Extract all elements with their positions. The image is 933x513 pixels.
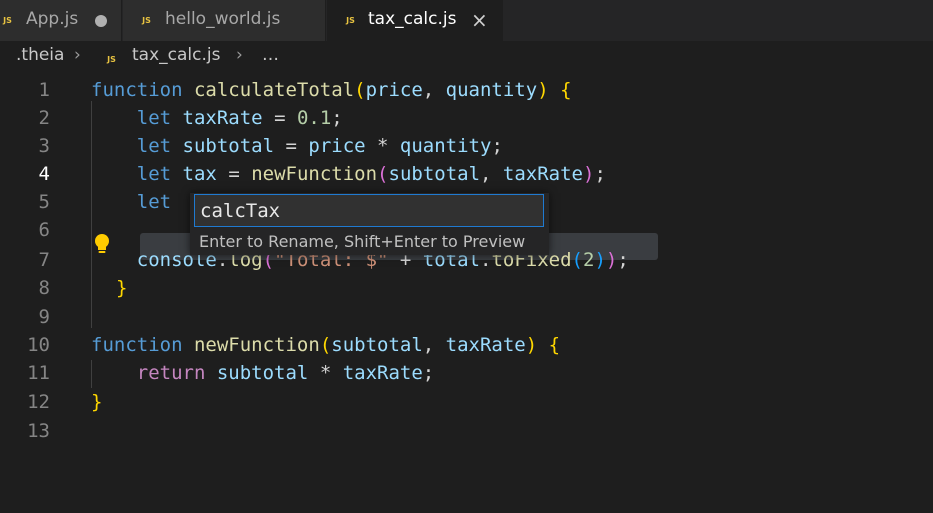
line-number: 13 (27, 420, 50, 442)
code-line-current: 4 let tax = newFunction(subtotal, taxRat… (0, 160, 933, 188)
breadcrumb-item-file[interactable]: tax_calc.js (132, 45, 220, 65)
line-number: 12 (27, 391, 50, 413)
code-line: 3 let subtotal = price * quantity; (0, 132, 933, 160)
tab-hello-world-js[interactable]: JS hello_world.js (123, 0, 326, 41)
editor-tab-bar: JS App.js JS hello_world.js JS tax_calc.… (0, 0, 933, 41)
code-text: let (136, 191, 172, 213)
code-line: 11 return subtotal * taxRate; (0, 359, 933, 387)
line-number: 6 (38, 219, 50, 241)
line-number: 1 (38, 79, 50, 101)
breadcrumb: .theia › JS tax_calc.js › … (0, 41, 933, 73)
line-number: 5 (38, 191, 50, 213)
code-line: 10 function newFunction(subtotal, taxRat… (0, 331, 933, 359)
breadcrumb-item-theia[interactable]: .theia (16, 45, 64, 65)
indent-guide (91, 360, 92, 388)
line-number: 8 (38, 277, 50, 299)
code-line: 8 } (0, 274, 933, 302)
tab-tax-calc-js[interactable]: JS tax_calc.js × (327, 0, 503, 41)
line-number: 7 (38, 249, 50, 271)
code-text: function calculateTotal(price, quantity)… (91, 79, 572, 101)
code-text: let tax = newFunction(subtotal, taxRate)… (136, 163, 606, 185)
js-file-icon: JS (107, 55, 116, 64)
line-number: 9 (38, 306, 50, 328)
code-line: 9 (0, 303, 933, 331)
breadcrumb-item-more[interactable]: … (262, 45, 279, 65)
unsaved-dot-icon[interactable] (95, 15, 107, 27)
lightbulb-icon[interactable] (93, 233, 111, 257)
js-file-icon: JS (3, 16, 12, 25)
code-text: let taxRate = 0.1; (136, 107, 343, 129)
chevron-right-icon: › (74, 45, 81, 65)
line-number: 10 (27, 334, 50, 356)
rename-input[interactable] (194, 194, 544, 227)
tab-label: hello_world.js (165, 9, 281, 29)
line-number: 4 (38, 163, 50, 185)
tab-label: App.js (26, 9, 79, 29)
tab-label: tax_calc.js (368, 9, 457, 29)
close-tab-icon[interactable]: × (471, 8, 488, 32)
tab-app-js[interactable]: JS App.js (0, 0, 122, 41)
code-text: } (116, 277, 128, 299)
code-text: function newFunction(subtotal, taxRate) … (91, 334, 561, 356)
code-editor[interactable]: 1 function calculateTotal(price, quantit… (0, 73, 933, 513)
line-number: 2 (38, 107, 50, 129)
chevron-right-icon: › (236, 45, 243, 65)
js-file-icon: JS (346, 16, 355, 25)
code-text: let subtotal = price * quantity; (136, 135, 503, 157)
code-line: 12 } (0, 388, 933, 416)
line-number: 3 (38, 135, 50, 157)
rename-hint: Enter to Rename, Shift+Enter to Preview (199, 232, 526, 251)
code-text: } (91, 391, 103, 413)
code-line: 13 (0, 417, 933, 445)
code-text: return subtotal * taxRate; (136, 362, 435, 384)
code-line: 2 let taxRate = 0.1; (0, 104, 933, 132)
line-number: 11 (27, 362, 50, 384)
code-line: 1 function calculateTotal(price, quantit… (0, 76, 933, 104)
js-file-icon: JS (142, 16, 151, 25)
